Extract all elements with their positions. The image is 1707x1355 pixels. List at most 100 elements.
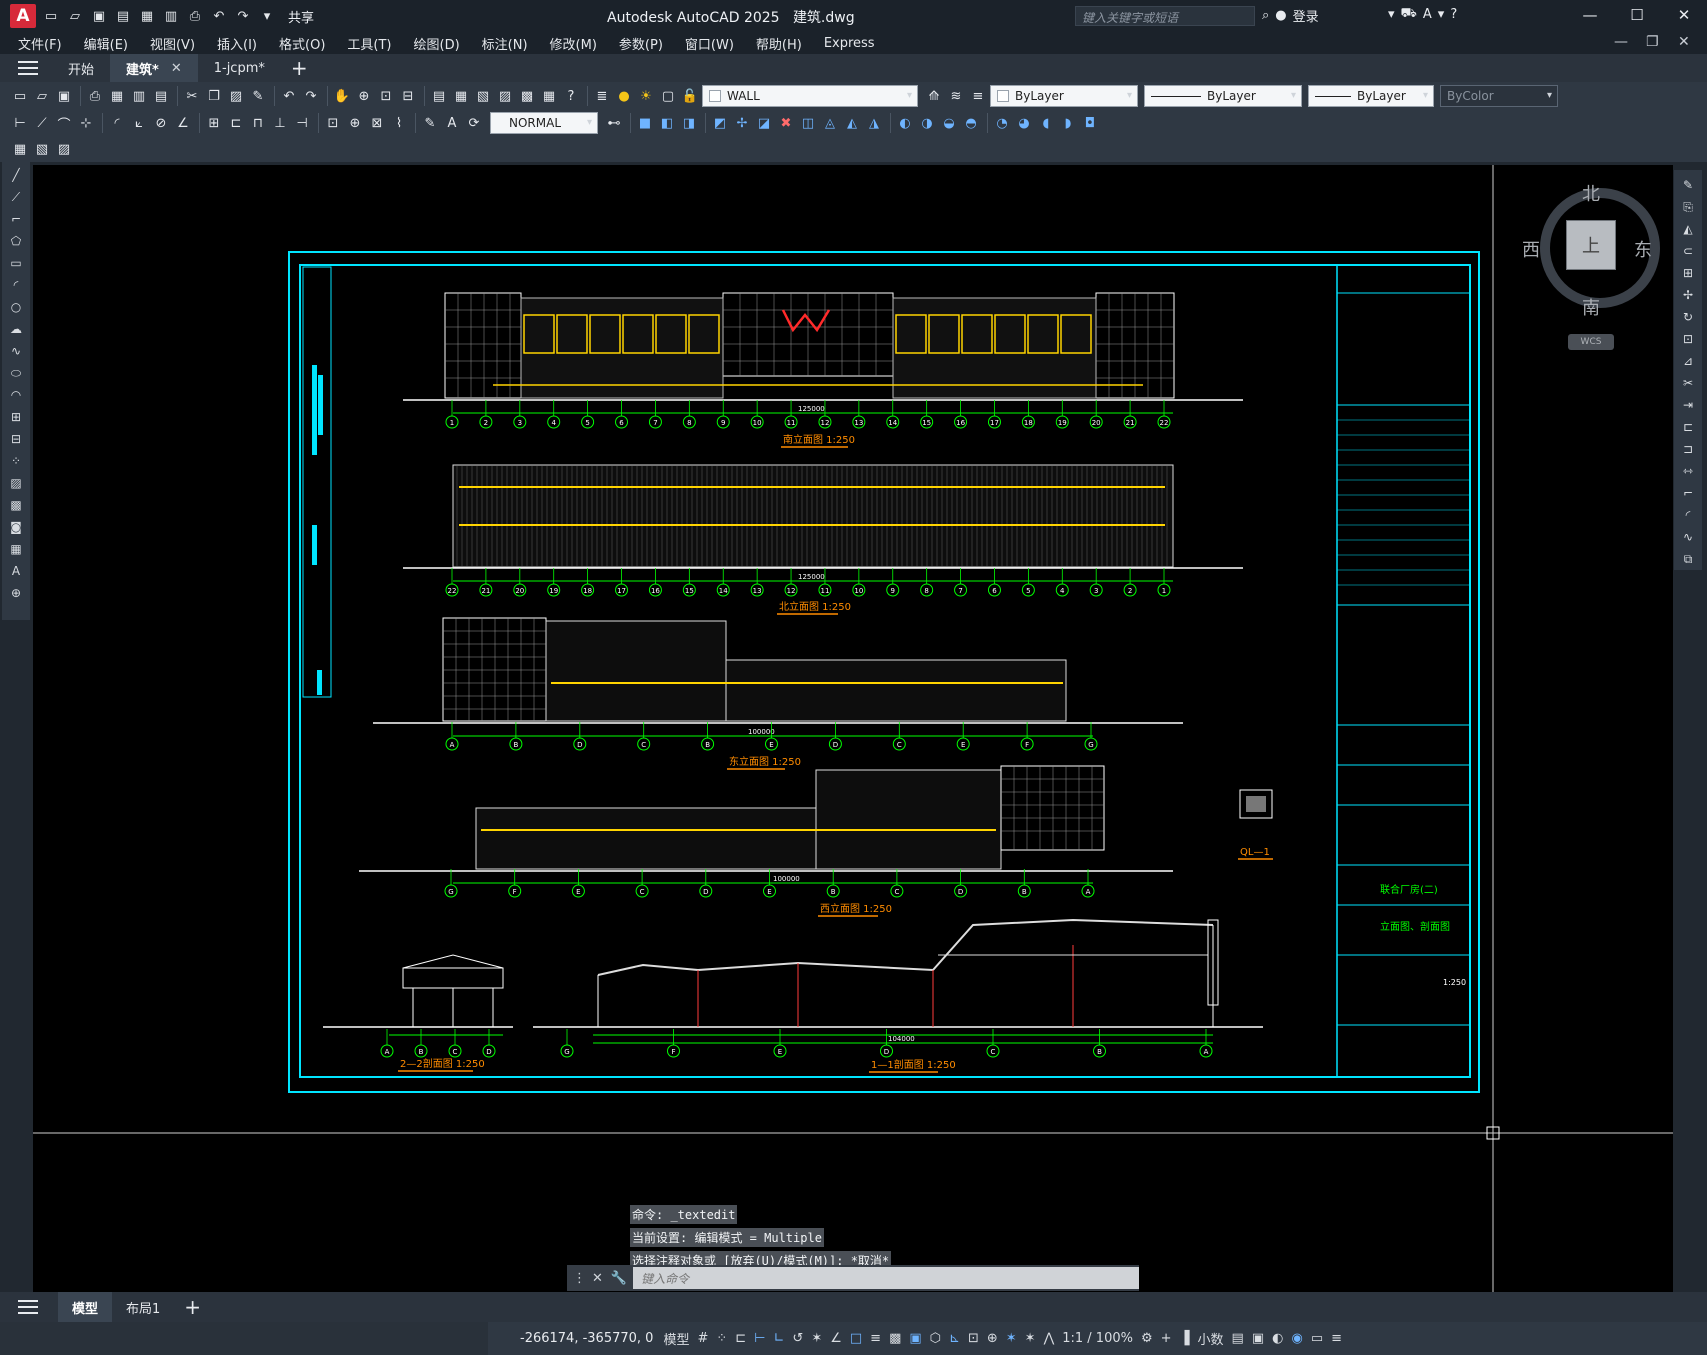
layer-unlock-icon[interactable]: 🔓 — [680, 86, 700, 106]
close-icon[interactable]: ✕ — [1674, 6, 1694, 24]
selection-filter-icon[interactable]: ⊡ — [968, 1331, 979, 1346]
blend-icon[interactable]: ∿ — [1678, 528, 1698, 546]
tool-palettes-icon[interactable]: ▧ — [473, 86, 493, 106]
calculator-icon[interactable]: ▦ — [539, 86, 559, 106]
chevron-down-icon[interactable]: ▾ — [1438, 7, 1445, 22]
explode-icon[interactable]: ⧉ — [1678, 550, 1698, 568]
intersect-icon[interactable]: ◫ — [798, 113, 818, 133]
compass-north[interactable]: 北 — [1582, 180, 1600, 206]
annotation-scale-value[interactable]: 1:1 / 100% — [1062, 1331, 1133, 1346]
tab-layout1[interactable]: 布局1 — [112, 1292, 174, 1322]
attribute-icon[interactable]: ▧ — [32, 139, 52, 159]
annotation-monitor-icon[interactable]: + — [1161, 1331, 1172, 1346]
continue-dim-icon[interactable]: ⊓ — [248, 113, 268, 133]
quick-properties-icon[interactable]: ▤ — [1232, 1331, 1244, 1346]
command-input[interactable]: 键入命令 — [633, 1267, 1139, 1289]
open-icon[interactable]: ▱ — [32, 86, 52, 106]
ellipse-arc-icon[interactable]: ◠ — [6, 386, 26, 404]
autodesk-icon[interactable]: A — [1423, 7, 1432, 22]
snap-icon[interactable]: ⁘ — [716, 1331, 727, 1346]
workspace-icon[interactable]: ⚙ — [1141, 1331, 1153, 1346]
menu-window[interactable]: 窗口(W) — [685, 34, 734, 53]
clean-icon[interactable]: ◕ — [1014, 113, 1034, 133]
match-properties-icon[interactable]: ✎ — [248, 86, 268, 106]
table-icon[interactable]: ▦ — [6, 540, 26, 558]
3d-osnap-icon[interactable]: ⬡ — [930, 1331, 941, 1346]
join-icon[interactable]: ⇿ — [1678, 462, 1698, 480]
shade-icon[interactable]: ◐ — [895, 113, 915, 133]
customize-icon[interactable]: ≡ — [1331, 1331, 1342, 1346]
imprint-icon[interactable]: ◔ — [992, 113, 1012, 133]
menu-draw[interactable]: 绘图(D) — [414, 34, 460, 53]
cursor-coordinates[interactable]: -266174, -365770, 0 — [520, 1331, 653, 1346]
search-icon[interactable]: ⌕ — [1262, 8, 1269, 23]
block-editor-icon[interactable]: ▦ — [10, 139, 30, 159]
add-selected-icon[interactable]: ⊕ — [6, 584, 26, 602]
dynamic-ucs-icon[interactable]: ⊾ — [949, 1331, 960, 1346]
polyline-icon[interactable]: ⌐ — [6, 210, 26, 228]
ortho-icon[interactable]: ∟ — [774, 1331, 785, 1346]
minimize-icon[interactable]: — — [1580, 6, 1600, 24]
ordinate-dim-icon[interactable]: ⊹ — [76, 113, 96, 133]
save-as-icon[interactable]: ▤ — [114, 7, 132, 25]
units-value[interactable]: 小数 — [1198, 1329, 1224, 1348]
redo-icon[interactable]: ↷ — [301, 86, 321, 106]
tab-model[interactable]: 模型 — [58, 1292, 113, 1322]
maximize-icon[interactable]: ☐ — [1627, 6, 1647, 24]
aligned-dim-icon[interactable]: ⟋ — [32, 113, 52, 133]
construction-line-icon[interactable]: ⟋ — [6, 188, 26, 206]
gizmo-icon[interactable]: ⊕ — [987, 1331, 998, 1346]
table-icon[interactable]: ▨ — [54, 139, 74, 159]
print-preview-icon[interactable]: ▦ — [138, 7, 156, 25]
ellipse-icon[interactable]: ⬭ — [6, 364, 26, 382]
design-center-icon[interactable]: ▦ — [451, 86, 471, 106]
shell-icon[interactable]: ◒ — [939, 113, 959, 133]
break-icon[interactable]: ⊐ — [1678, 440, 1698, 458]
move-3d-icon[interactable]: ✢ — [732, 113, 752, 133]
mirror-icon[interactable]: ◭ — [1678, 220, 1698, 238]
close-icon[interactable]: ✕ — [171, 61, 182, 76]
grip-icon[interactable]: ⋮ — [573, 1271, 586, 1286]
circle-icon[interactable]: ○ — [6, 298, 26, 316]
redo-icon[interactable]: ↷ — [234, 7, 252, 25]
new-icon[interactable]: ▭ — [10, 86, 30, 106]
hatch-icon[interactable]: ▨ — [6, 474, 26, 492]
zoom-realtime-icon[interactable]: ⊕ — [354, 86, 374, 106]
menu-parametric[interactable]: 参数(P) — [619, 34, 663, 53]
dynamic-input-icon[interactable]: ⊢ — [754, 1331, 765, 1346]
layer-states-icon[interactable]: ≡ — [968, 86, 988, 106]
copy-object-icon[interactable]: ⎘ — [1678, 198, 1698, 216]
layer-previous-icon[interactable]: ≋ — [946, 86, 966, 106]
osnap-tracking-icon[interactable]: ∠ — [830, 1331, 842, 1346]
trim-icon[interactable]: ✂ — [1678, 374, 1698, 392]
paste-icon[interactable]: ▨ — [226, 86, 246, 106]
color-select[interactable]: ByLayer ▾ — [990, 85, 1138, 107]
zoom-previous-icon[interactable]: ⊟ — [398, 86, 418, 106]
scale-icon[interactable]: ⊡ — [1678, 330, 1698, 348]
infer-icon[interactable]: ⊏ — [735, 1331, 746, 1346]
save-icon[interactable]: ▣ — [90, 7, 108, 25]
menu-help[interactable]: 帮助(H) — [756, 34, 802, 53]
radius-dim-icon[interactable]: ◜ — [107, 113, 127, 133]
properties-icon[interactable]: ▤ — [429, 86, 449, 106]
wedge-icon[interactable]: ◧ — [657, 113, 677, 133]
annotation-visibility-icon[interactable]: ✶ — [1006, 1331, 1017, 1346]
zoom-window-icon[interactable]: ⊡ — [376, 86, 396, 106]
app-logo[interactable]: A — [10, 4, 36, 28]
pdf-icon[interactable]: ▤ — [151, 86, 171, 106]
insert-block-icon[interactable]: ⊞ — [6, 408, 26, 426]
layer-lock-icon[interactable]: ▢ — [658, 86, 678, 106]
dim-update-icon[interactable]: ⟳ — [464, 113, 484, 133]
edge-edit-icon[interactable]: ◘ — [1080, 113, 1100, 133]
isolate-icon[interactable]: ◐ — [1272, 1331, 1283, 1346]
baseline-dim-icon[interactable]: ⊏ — [226, 113, 246, 133]
dropdown-icon[interactable]: ▾ — [1388, 7, 1395, 22]
separate-icon[interactable]: ◓ — [961, 113, 981, 133]
print-icon[interactable]: ⎙ — [186, 7, 204, 25]
union-icon[interactable]: ◪ — [754, 113, 774, 133]
publish-icon[interactable]: ▥ — [129, 86, 149, 106]
markup-icon[interactable]: ▩ — [517, 86, 537, 106]
point-icon[interactable]: ⁘ — [6, 452, 26, 470]
linetype-select[interactable]: ByLayer ▾ — [1144, 85, 1302, 107]
face-edit-icon[interactable]: ◗ — [1058, 113, 1078, 133]
